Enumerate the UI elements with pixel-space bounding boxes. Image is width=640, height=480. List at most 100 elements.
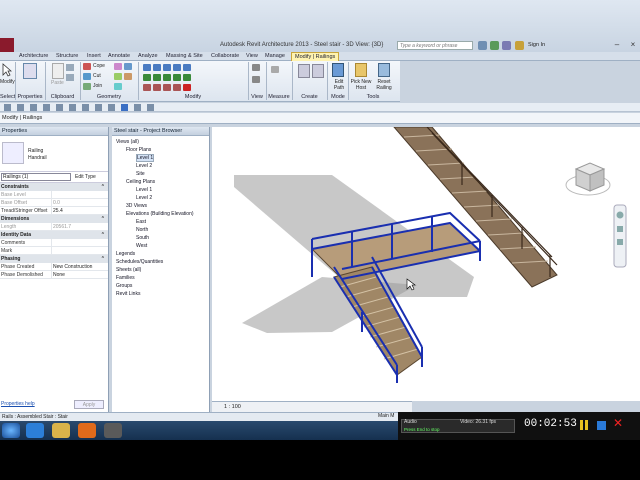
collapse-chevron-icon[interactable]: ⌃ bbox=[101, 215, 105, 223]
measure-icon[interactable] bbox=[271, 66, 279, 73]
browser-tree-item[interactable]: Revit Links bbox=[114, 290, 209, 298]
reset-railing-icon[interactable] bbox=[378, 63, 390, 77]
cope-label[interactable]: Cope bbox=[93, 63, 105, 69]
edit-path-icon[interactable] bbox=[332, 63, 344, 77]
pick-new-host-icon[interactable] bbox=[355, 63, 367, 77]
search-input[interactable]: Type a keyword or phrase bbox=[397, 41, 473, 50]
browser-tree-item[interactable]: Level 1 bbox=[114, 154, 209, 162]
qat-tool-icon[interactable] bbox=[147, 104, 154, 111]
property-group-header[interactable]: Identity Data ⌃ bbox=[0, 231, 108, 239]
copy-clip-icon[interactable] bbox=[66, 74, 74, 81]
qat-tool-icon[interactable] bbox=[30, 104, 37, 111]
type-selector[interactable]: Railing Handrail bbox=[0, 136, 108, 172]
browser-tree-item[interactable]: West bbox=[114, 242, 209, 250]
copy-icon[interactable] bbox=[153, 74, 161, 81]
browser-tree-item[interactable]: Level 2 bbox=[114, 162, 209, 170]
property-row[interactable]: Tread/Stringer Offset 25.4 bbox=[0, 207, 108, 215]
tree-item-label[interactable]: Level 1 bbox=[136, 154, 155, 162]
view-cube[interactable] bbox=[565, 162, 611, 196]
cut-label[interactable]: Cut bbox=[93, 73, 101, 79]
tab-analyze[interactable]: Analyze bbox=[135, 52, 161, 61]
view-tool-icon[interactable] bbox=[252, 64, 260, 71]
tab-massing-site[interactable]: Massing & Site bbox=[163, 52, 206, 61]
property-value[interactable]: 25.4 bbox=[52, 207, 108, 214]
browser-tree-item[interactable]: Site bbox=[114, 170, 209, 178]
browser-tree-item[interactable]: Views (all) bbox=[114, 138, 209, 146]
browser-tree-item[interactable]: Elevations (Building Elevation) bbox=[114, 210, 209, 218]
property-row[interactable]: Base Level bbox=[0, 191, 108, 199]
tree-item-label[interactable]: Groups bbox=[116, 283, 132, 289]
tab-manage[interactable]: Manage bbox=[262, 52, 288, 61]
property-row[interactable]: Phase Created New Construction bbox=[0, 263, 108, 271]
property-value[interactable] bbox=[52, 239, 108, 246]
tree-item-label[interactable]: Legends bbox=[116, 251, 135, 257]
tree-item-label[interactable]: Families bbox=[116, 275, 135, 281]
folder-icon[interactable] bbox=[52, 423, 70, 438]
browser-tree-item[interactable]: Floor Plans bbox=[114, 146, 209, 154]
subscription-icon[interactable] bbox=[490, 41, 499, 50]
tree-item-label[interactable]: Sheets (all) bbox=[116, 267, 141, 273]
revit-app-icon[interactable] bbox=[0, 38, 14, 52]
geometry-tool-icon[interactable] bbox=[114, 63, 122, 70]
geometry-tool-icon[interactable] bbox=[124, 63, 132, 70]
trim-icon[interactable] bbox=[173, 74, 181, 81]
modify-arrow-icon[interactable] bbox=[2, 63, 12, 77]
3d-viewport[interactable] bbox=[212, 126, 640, 401]
apply-button[interactable]: Apply bbox=[74, 400, 104, 409]
tree-item-label[interactable]: Revit Links bbox=[116, 291, 140, 297]
scale-icon[interactable] bbox=[143, 84, 151, 91]
cut-geometry-icon[interactable] bbox=[83, 73, 91, 80]
unpin-icon[interactable] bbox=[163, 84, 171, 91]
array-icon[interactable] bbox=[183, 74, 191, 81]
collapse-chevron-icon[interactable]: ⌃ bbox=[101, 231, 105, 239]
tab-annotate[interactable]: Annotate bbox=[105, 52, 133, 61]
properties-help-link[interactable]: Properties help bbox=[1, 401, 35, 407]
tab-modify-railings[interactable]: Modify | Railings bbox=[291, 52, 340, 61]
lock-icon[interactable] bbox=[173, 84, 181, 91]
geometry-tool-icon[interactable] bbox=[124, 73, 132, 80]
join-label[interactable]: Join bbox=[93, 83, 102, 89]
offset-icon[interactable] bbox=[153, 64, 161, 71]
browser-tree-item[interactable]: Families bbox=[114, 274, 209, 282]
property-value[interactable]: None bbox=[52, 271, 108, 278]
browser-tree-item[interactable]: Sheets (all) bbox=[114, 266, 209, 274]
split-icon[interactable] bbox=[183, 64, 191, 71]
qat-tool-icon[interactable] bbox=[17, 104, 24, 111]
property-row[interactable]: Base Offset 0.0 bbox=[0, 199, 108, 207]
zoom-icon[interactable] bbox=[617, 226, 623, 232]
reset-railing-button[interactable]: Reset Railing bbox=[373, 79, 395, 91]
pin-icon[interactable] bbox=[153, 84, 161, 91]
mirror-draw-icon[interactable] bbox=[173, 64, 181, 71]
firefox-icon[interactable] bbox=[78, 423, 96, 438]
tree-item-label[interactable]: South bbox=[136, 235, 149, 241]
browser-tree-item[interactable]: Groups bbox=[114, 282, 209, 290]
property-value[interactable]: New Construction bbox=[52, 263, 108, 270]
view-scale[interactable]: 1 : 100 bbox=[224, 404, 241, 410]
geometry-tool-icon[interactable] bbox=[114, 83, 122, 90]
qat-tool-icon[interactable] bbox=[121, 104, 128, 111]
browser-tree-item[interactable]: Legends bbox=[114, 250, 209, 258]
delete-icon[interactable] bbox=[183, 84, 191, 91]
tree-item-label[interactable]: Level 2 bbox=[136, 195, 152, 201]
stop-icon[interactable] bbox=[597, 421, 606, 430]
tree-item-label[interactable]: Views (all) bbox=[116, 139, 139, 145]
pause-icon[interactable] bbox=[580, 420, 583, 430]
qat-tool-icon[interactable] bbox=[95, 104, 102, 111]
property-value[interactable] bbox=[52, 191, 108, 198]
paste-icon[interactable] bbox=[52, 63, 64, 79]
tab-view[interactable]: View bbox=[243, 52, 261, 61]
tree-item-label[interactable]: 3D Views bbox=[126, 203, 147, 209]
qat-tool-icon[interactable] bbox=[69, 104, 76, 111]
tree-item-label[interactable]: East bbox=[136, 219, 146, 225]
pan-icon[interactable] bbox=[617, 239, 623, 245]
browser-tree-item[interactable]: North bbox=[114, 226, 209, 234]
tree-item-label[interactable]: Level 1 bbox=[136, 187, 152, 193]
tree-item-label[interactable]: Elevations (Building Elevation) bbox=[126, 211, 194, 217]
minimize-button[interactable]: – bbox=[612, 40, 622, 50]
browser-tree-item[interactable]: Schedules/Quantities bbox=[114, 258, 209, 266]
rotate-icon[interactable] bbox=[163, 74, 171, 81]
property-value[interactable]: 0.0 bbox=[52, 199, 108, 206]
start-button-icon[interactable] bbox=[2, 423, 20, 438]
tree-item-label[interactable]: North bbox=[136, 227, 148, 233]
property-row[interactable]: Phase Demolished None bbox=[0, 271, 108, 279]
